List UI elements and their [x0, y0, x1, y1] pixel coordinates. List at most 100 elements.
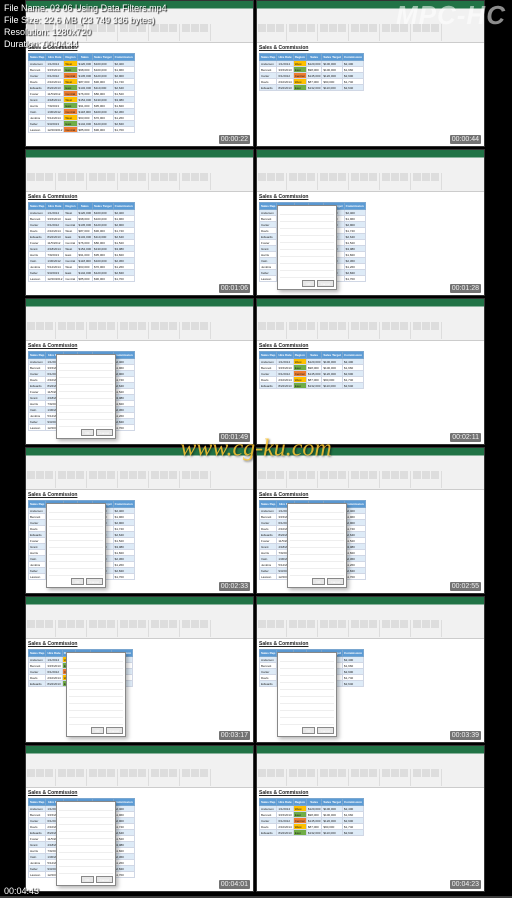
dialog-item[interactable]: West: [59, 867, 113, 874]
table-header[interactable]: Region: [293, 54, 306, 61]
table-header[interactable]: Sales Rep: [29, 501, 46, 508]
ok-button[interactable]: OK: [91, 727, 103, 734]
table-header[interactable]: Sales Rep: [29, 203, 46, 210]
table-header[interactable]: Sales Rep: [260, 54, 277, 61]
dialog-item[interactable]: West: [290, 569, 344, 576]
dialog-item[interactable]: Central: [59, 406, 113, 413]
table-header[interactable]: Sales Target: [322, 352, 343, 359]
table-header[interactable]: Commission: [113, 501, 134, 508]
table-header[interactable]: Sales Target: [93, 203, 114, 210]
dialog-item[interactable]: Text Filters: [49, 541, 103, 548]
table-header[interactable]: Commission: [113, 352, 134, 359]
table-header[interactable]: Sales Rep: [260, 203, 277, 210]
dialog-item[interactable]: East: [69, 711, 123, 718]
table-header[interactable]: Sales Target: [322, 799, 343, 806]
filter-dialog[interactable]: Sort A to ZSort Z to ASort by ColorClear…: [287, 503, 347, 588]
table-header[interactable]: Sales Target: [93, 54, 114, 61]
dialog-item[interactable]: Central: [69, 704, 123, 711]
dialog-item[interactable]: (Select All): [280, 697, 334, 704]
dialog-item[interactable]: Filter by Color: [69, 683, 123, 690]
dialog-item[interactable]: Clear Filter: [59, 825, 113, 832]
dialog-item[interactable]: Sort Z to A: [280, 662, 334, 669]
dialog-item[interactable]: West: [49, 569, 103, 576]
dialog-item[interactable]: Clear Filter: [280, 676, 334, 683]
table-header[interactable]: Commission: [343, 352, 364, 359]
dialog-item[interactable]: East: [280, 711, 334, 718]
table-header[interactable]: Sales Rep: [260, 799, 277, 806]
cancel-button[interactable]: Cancel: [86, 578, 103, 585]
table-header[interactable]: Sales Rep: [260, 650, 277, 657]
dialog-item[interactable]: Central: [59, 853, 113, 860]
dialog-item[interactable]: Sort by Color: [280, 669, 334, 676]
filter-dialog[interactable]: Sort A to ZSort Z to ASort by ColorClear…: [66, 652, 126, 737]
dialog-item[interactable]: Filter by Color: [280, 683, 334, 690]
ok-button[interactable]: OK: [81, 429, 93, 436]
dialog-item[interactable]: Sort A to Z: [280, 655, 334, 662]
dialog-item[interactable]: Sort A to Z: [280, 208, 334, 215]
dialog-item[interactable]: Sort A to Z: [290, 506, 344, 513]
table-header[interactable]: Sales: [306, 54, 322, 61]
thumbnail[interactable]: Sales & CommissionSales RepHire DateRegi…: [25, 596, 254, 743]
ok-button[interactable]: OK: [312, 578, 324, 585]
dialog-item[interactable]: Clear Filter: [69, 676, 123, 683]
dialog-item[interactable]: Filter by Color: [59, 832, 113, 839]
table-header[interactable]: Sales Rep: [260, 501, 277, 508]
ok-button[interactable]: OK: [302, 727, 314, 734]
dialog-item[interactable]: (Select All): [290, 548, 344, 555]
dialog-item[interactable]: Filter by Color: [49, 534, 103, 541]
table-header[interactable]: Hire Date: [277, 799, 293, 806]
table-header[interactable]: Region: [293, 352, 306, 359]
table-header[interactable]: Commission: [343, 799, 364, 806]
thumbnail[interactable]: Sales & CommissionSales RepHire DateRegi…: [25, 298, 254, 445]
table-header[interactable]: Commission: [113, 54, 134, 61]
table-header[interactable]: Region: [64, 54, 77, 61]
dialog-item[interactable]: East: [59, 860, 113, 867]
dialog-item[interactable]: West: [280, 718, 334, 725]
thumbnail[interactable]: Sales & CommissionSales RepHire DateRegi…: [25, 447, 254, 594]
dialog-item[interactable]: Sort by Color: [280, 222, 334, 229]
cancel-button[interactable]: Cancel: [96, 429, 113, 436]
dialog-item[interactable]: Sort A to Z: [49, 506, 103, 513]
table-header[interactable]: Region: [293, 799, 306, 806]
thumbnail[interactable]: Sales & CommissionSales RepHire DateRegi…: [256, 298, 485, 445]
table-header[interactable]: Sales: [77, 203, 93, 210]
cancel-button[interactable]: Cancel: [317, 727, 334, 734]
table-header[interactable]: Hire Date: [277, 54, 293, 61]
ok-button[interactable]: OK: [302, 280, 314, 287]
table-header[interactable]: Commission: [113, 203, 134, 210]
table-header[interactable]: Hire Date: [277, 352, 293, 359]
dialog-item[interactable]: Sort Z to A: [280, 215, 334, 222]
dialog-item[interactable]: Central: [280, 257, 334, 264]
dialog-item[interactable]: East: [59, 413, 113, 420]
dialog-item[interactable]: (Select All): [69, 697, 123, 704]
dialog-item[interactable]: Text Filters: [280, 690, 334, 697]
cancel-button[interactable]: Cancel: [317, 280, 334, 287]
table-header[interactable]: Commission: [344, 501, 365, 508]
dialog-item[interactable]: Sort by Color: [59, 818, 113, 825]
dialog-item[interactable]: Sort by Color: [59, 371, 113, 378]
dialog-item[interactable]: Filter by Color: [280, 236, 334, 243]
filter-dialog[interactable]: Sort A to ZSort Z to ASort by ColorClear…: [56, 354, 116, 439]
dialog-item[interactable]: Text Filters: [280, 243, 334, 250]
table-header[interactable]: Sales: [77, 54, 93, 61]
table-header[interactable]: Commission: [343, 650, 364, 657]
dialog-item[interactable]: West: [69, 718, 123, 725]
dialog-item[interactable]: Clear Filter: [290, 527, 344, 534]
dialog-item[interactable]: West: [280, 271, 334, 278]
table-header[interactable]: Sales Rep: [260, 352, 277, 359]
dialog-item[interactable]: Central: [290, 555, 344, 562]
thumbnail[interactable]: Sales & CommissionSales RepHire DateRegi…: [256, 745, 485, 892]
thumbnail[interactable]: Sales & CommissionSales RepHire DateRegi…: [25, 149, 254, 296]
table-header[interactable]: Hire Date: [46, 203, 64, 210]
filter-dialog[interactable]: Sort A to ZSort Z to ASort by ColorClear…: [56, 801, 116, 886]
cancel-button[interactable]: Cancel: [96, 876, 113, 883]
filter-dialog[interactable]: Sort A to ZSort Z to ASort by ColorClear…: [46, 503, 106, 588]
table-header[interactable]: Sales Rep: [29, 54, 46, 61]
dialog-item[interactable]: Sort A to Z: [59, 357, 113, 364]
thumbnail[interactable]: Sales & CommissionSales RepHire DateRegi…: [25, 745, 254, 892]
dialog-item[interactable]: East: [290, 562, 344, 569]
dialog-item[interactable]: East: [280, 264, 334, 271]
cancel-button[interactable]: Cancel: [106, 727, 123, 734]
dialog-item[interactable]: Filter by Color: [59, 385, 113, 392]
table-header[interactable]: Commission: [113, 799, 134, 806]
